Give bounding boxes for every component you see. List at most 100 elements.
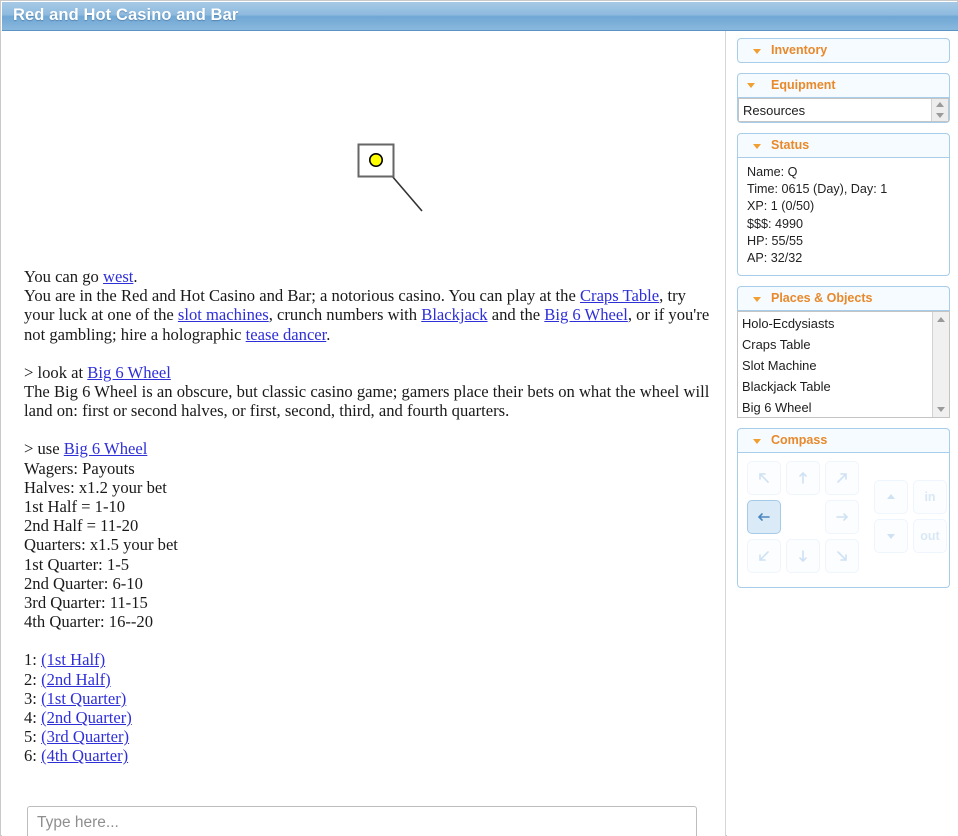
panel-compass-header[interactable]: Compass [737,428,950,454]
link-slot-machines[interactable]: slot machines [178,305,269,324]
panel-equipment-title: Equipment [771,78,836,92]
link-big-6-wheel[interactable]: Big 6 Wheel [544,305,628,324]
link-west[interactable]: west [103,267,133,286]
list-item[interactable]: Craps Table [738,334,949,355]
panel-places-header[interactable]: Places & Objects [737,286,950,312]
places-scrollbar[interactable] [932,312,949,418]
status-line: $$$: 4990 [747,216,804,231]
compass-pad: in out [737,453,950,589]
payout-line: 1st Quarter: 1-5 [24,554,130,574]
map-view[interactable] [2,31,725,266]
payout-line: 2nd Quarter: 6-10 [24,573,143,593]
list-item[interactable]: Slot Machine [738,355,949,376]
payout-line: 3rd Quarter: 11-15 [24,593,148,613]
panel-inventory-title: Inventory [771,43,828,57]
status-line: Name: Q [747,165,798,179]
list-item[interactable]: Holo-Ecdysiasts [738,313,949,334]
panel-equipment-header[interactable]: Equipment [737,73,950,98]
compass-southeast-button[interactable] [825,539,859,574]
link-big-6-wheel-look[interactable]: Big 6 Wheel [87,363,171,382]
resources-label: Resources [743,103,806,118]
spinner-down-icon[interactable] [936,113,944,118]
compass-northeast-button[interactable] [825,461,859,496]
choice-list: 1: (1st Half) 2: (2nd Half) 3: (1st Quarte… [24,650,710,765]
panel-status: Status Name: Q Time: 0615 (Day), Day: 1 XP… [737,133,950,277]
caret-down-icon [753,439,761,445]
payout-line: Quarters: x1.5 your bet [24,535,178,555]
story-transcript: You can go west. You are in the Red and … [24,267,710,766]
choice-number: 5: [24,727,42,747]
compass-north-button[interactable] [786,461,820,496]
list-item[interactable]: Big 6 Wheel [738,397,949,417]
panel-places: Places & Objects Holo-Ecdysiasts Craps Ta… [737,286,950,419]
transcript-pane: You can go west. You are in the Red and … [2,31,726,836]
look-description: The Big 6 Wheel is an obscure, but class… [24,382,710,421]
status-line: Time: 0615 (Day), Day: 1 [747,182,888,197]
panel-inventory-header[interactable]: Inventory [737,38,950,63]
list-item[interactable]: Blackjack Table [738,376,949,397]
command-input[interactable] [27,806,697,836]
compass-south-button[interactable] [786,539,820,574]
link-big-6-wheel-use[interactable]: Big 6 Wheel [64,439,148,458]
corridor-southeast [391,175,423,212]
payout-line: Halves: x1.2 your bet [24,477,167,497]
choice-row: 6: (4th Quarter) [24,746,710,765]
choice-link-5[interactable]: (3rd Quarter) [41,727,129,746]
title-bar: Red and Hot Casino and Bar [2,2,958,31]
choice-row: 3: (1st Quarter) [24,689,710,708]
panel-status-title: Status [771,138,810,152]
compass-southwest-button[interactable] [747,539,781,574]
choice-number: 3: [24,688,42,708]
choice-number: 4: [24,708,42,728]
places-listbox[interactable]: Holo-Ecdysiasts Craps Table Slot Machine Bl… [737,311,950,419]
panel-equipment-body: Resources [737,98,950,123]
caret-down-icon [753,49,761,54]
map-svg [357,143,423,212]
choice-row: 5: (3rd Quarter) [24,727,710,746]
resources-listbox[interactable]: Resources [738,98,949,122]
compass-up-button[interactable] [874,480,908,515]
choice-number: 2: [24,669,42,689]
player-dot-icon [368,153,383,168]
panel-inventory: Inventory [737,38,950,63]
page-title: Red and Hot Casino and Bar [13,6,239,24]
panel-places-title: Places & Objects [771,291,873,306]
caret-down-icon [753,297,761,303]
status-line: HP: 55/55 [747,233,804,248]
command-echo-look: > look at Big 6 Wheel [24,362,171,382]
choice-row: 2: (2nd Half) [24,670,710,689]
choice-link-4[interactable]: (2nd Quarter) [41,708,132,727]
link-blackjack[interactable]: Blackjack [421,305,487,324]
panel-equipment: Equipment Resources [737,73,950,123]
scroll-down-icon[interactable] [937,407,945,413]
command-echo-use: > use Big 6 Wheel [24,439,148,459]
panel-status-header[interactable]: Status [737,133,950,158]
compass-in-button[interactable]: in [913,480,947,515]
compass-east-button[interactable] [825,500,859,535]
compass-west-button[interactable] [747,500,781,535]
panel-compass: Compass in out [737,428,950,589]
spinner-up-icon[interactable] [936,102,944,107]
status-list: Name: Q Time: 0615 (Day), Day: 1 XP: 1 (0/… [737,158,950,277]
status-line: XP: 1 (0/50) [747,199,815,214]
compass-down-button[interactable] [874,519,908,554]
choice-link-3[interactable]: (1st Quarter) [41,689,126,708]
compass-out-button[interactable]: out [913,519,947,554]
caret-down-icon [747,83,755,88]
compass-northwest-button[interactable] [747,461,781,496]
scroll-up-icon[interactable] [937,317,945,323]
link-tease-dancer[interactable]: tease dancer [246,325,327,344]
choice-link-6[interactable]: (4th Quarter) [41,746,128,765]
exits-line: You can go west. [24,267,138,286]
choice-row: 1: (1st Half) [24,650,710,669]
panel-compass-title: Compass [771,433,828,448]
payout-line: Wagers: Payouts [24,458,135,478]
resources-spinner[interactable] [931,99,948,121]
payout-line: 1st Half = 1-10 [24,497,126,517]
choice-link-1[interactable]: (1st Half) [41,650,105,669]
link-craps-table[interactable]: Craps Table [580,286,659,305]
choice-link-2[interactable]: (2nd Half) [41,670,111,689]
